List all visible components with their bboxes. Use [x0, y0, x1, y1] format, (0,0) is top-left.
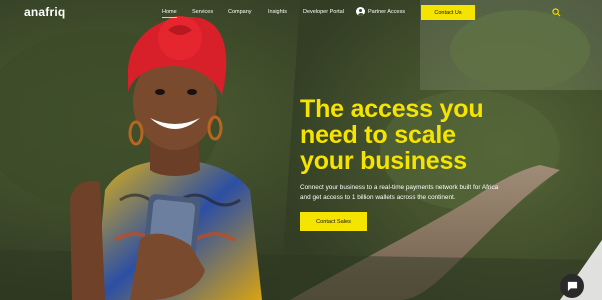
nav-item-home[interactable]: Home: [162, 9, 177, 18]
contact-us-button[interactable]: Contact Us: [421, 5, 475, 20]
nav-item-company[interactable]: Company: [228, 9, 252, 15]
headline-line: The access you: [300, 95, 484, 123]
nav-item-insights[interactable]: Insights: [268, 9, 287, 15]
subtext-line: Connect your business to a real-time pay…: [300, 184, 499, 191]
chat-icon: [567, 281, 577, 291]
nav-item-services[interactable]: Services: [192, 9, 213, 15]
headline-line: your business: [300, 147, 467, 175]
partner-access-label: Partner Access: [368, 8, 405, 15]
top-navigation: anafriq Home Services Company Insights D…: [0, 0, 602, 26]
headline-line: need to scale: [300, 121, 456, 149]
hero-headline: The access you need to scale your busine…: [300, 96, 580, 174]
user-circle-icon: [356, 7, 365, 16]
search-icon[interactable]: [552, 8, 561, 17]
contact-sales-button[interactable]: Contact Sales: [300, 212, 367, 231]
hero-subtext: Connect your business to a real-time pay…: [300, 183, 560, 203]
chat-widget-button[interactable]: [560, 274, 584, 298]
anafriq-logo[interactable]: anafriq: [24, 5, 65, 19]
partner-access-link[interactable]: Partner Access: [356, 7, 405, 16]
nav-item-developer-portal[interactable]: Developer Portal: [303, 9, 344, 15]
subtext-line: and get access to 1 billion wallets acro…: [300, 194, 456, 201]
